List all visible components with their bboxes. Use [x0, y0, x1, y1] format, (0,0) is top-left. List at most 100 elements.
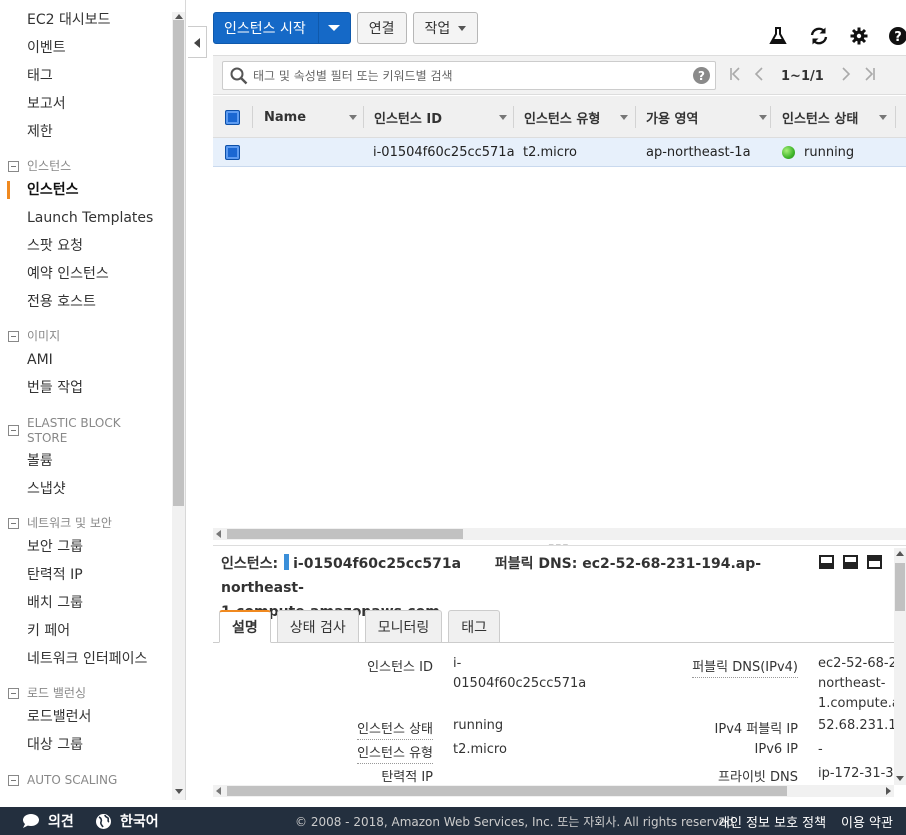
sidebar-section-network-security[interactable]: 네트워크 및 보안: [8, 516, 137, 531]
gear-icon[interactable]: [848, 25, 870, 47]
help-icon[interactable]: ?: [887, 25, 906, 47]
sidebar-section-auto-scaling[interactable]: AUTO SCALING: [8, 773, 137, 788]
collapse-toggle-icon[interactable]: [8, 688, 19, 699]
field-value-instance-id: i-: [453, 656, 462, 671]
details-horizontal-scrollbar[interactable]: [213, 785, 894, 797]
first-page-icon[interactable]: [723, 67, 747, 85]
sort-icon[interactable]: [879, 115, 887, 120]
launch-dropdown-button[interactable]: [319, 13, 350, 43]
sidebar-item-target-groups[interactable]: 대상 그룹: [27, 735, 83, 755]
tab-tags[interactable]: 태그: [448, 610, 501, 643]
sidebar-item-events[interactable]: 이벤트: [27, 38, 66, 58]
sidebar-section-images[interactable]: 이미지: [8, 329, 137, 344]
instance-color-marker: [284, 554, 290, 570]
sidebar-scrollbar[interactable]: [172, 12, 185, 800]
actions-button[interactable]: 작업: [412, 12, 479, 44]
sidebar-item-network-interfaces[interactable]: 네트워크 인터페이스: [27, 649, 147, 669]
pane-split-layout-icon[interactable]: [843, 555, 858, 569]
details-vertical-scrollbar[interactable]: [894, 548, 906, 785]
sidebar-item-load-balancers[interactable]: 로드밸런서: [27, 707, 91, 727]
flask-icon[interactable]: [767, 25, 789, 47]
column-header-instance-type[interactable]: 인스턴스 유형: [524, 96, 634, 138]
table-horizontal-scrollbar[interactable]: [213, 528, 906, 540]
column-header-instance-state[interactable]: 인스턴스 상태: [782, 96, 892, 138]
sidebar-item-volumes[interactable]: 볼륨: [27, 451, 53, 471]
prev-page-icon[interactable]: [747, 67, 771, 85]
tab-monitoring[interactable]: 모니터링: [364, 610, 443, 643]
sidebar-item-reports[interactable]: 보고서: [27, 94, 66, 114]
sidebar-item-reserved-instances[interactable]: 예약 인스턴스: [27, 264, 109, 284]
collapse-toggle-icon[interactable]: [8, 161, 19, 172]
scroll-up-icon[interactable]: [896, 551, 904, 556]
tab-description[interactable]: 설명: [219, 610, 271, 643]
sidebar-item-ec2-dashboard[interactable]: EC2 대시보드: [27, 10, 111, 30]
field-label-private-dns: 프라이빗 DNS: [718, 770, 798, 785]
sidebar-item-elastic-ips[interactable]: 탄력적 IP: [27, 565, 83, 585]
sidebar-item-tags[interactable]: 태그: [27, 66, 53, 86]
privacy-policy-link[interactable]: 개인 정보 보호 정책: [718, 807, 826, 835]
column-header-availability-zone[interactable]: 가용 영역: [646, 96, 771, 138]
sort-icon[interactable]: [759, 115, 767, 120]
pane-bottom-layout-icon[interactable]: [819, 555, 834, 569]
feedback-link[interactable]: 의견: [22, 807, 74, 835]
column-divider: [363, 106, 364, 128]
sidebar-item-bundle-tasks[interactable]: 번들 작업: [27, 378, 83, 398]
scroll-left-icon[interactable]: [216, 787, 221, 795]
sidebar-item-placement-groups[interactable]: 배치 그룹: [27, 593, 83, 613]
scrollbar-thumb[interactable]: [227, 529, 463, 539]
sidebar-item-instances[interactable]: 인스턴스: [27, 180, 79, 200]
language-selector[interactable]: 한국어: [95, 807, 159, 835]
refresh-icon[interactable]: [808, 25, 830, 47]
scroll-left-icon[interactable]: [216, 530, 221, 538]
sidebar-section-ebs[interactable]: ELASTIC BLOCK STORE: [8, 416, 137, 446]
sidebar-item-security-groups[interactable]: 보안 그룹: [27, 537, 83, 557]
scroll-right-icon[interactable]: [886, 787, 891, 795]
collapse-toggle-icon[interactable]: [8, 425, 19, 436]
terms-link[interactable]: 이용 약관: [841, 807, 893, 835]
caret-down-icon: [458, 25, 467, 31]
field-label-instance-type: 인스턴스 유형: [333, 742, 433, 764]
scrollbar-thumb[interactable]: [173, 20, 184, 506]
search-input[interactable]: [253, 67, 673, 85]
sidebar-item-ami[interactable]: AMI: [27, 350, 53, 370]
sidebar-item-launch-templates[interactable]: Launch Templates: [27, 208, 153, 228]
tab-status-checks[interactable]: 상태 검사: [276, 610, 359, 643]
scroll-up-icon[interactable]: [175, 14, 183, 19]
sidebar-item-snapshots[interactable]: 스냅샷: [27, 479, 66, 499]
scrollbar-thumb[interactable]: [227, 786, 787, 796]
scrollbar-thumb[interactable]: [895, 563, 905, 611]
collapse-toggle-icon[interactable]: [8, 775, 19, 786]
sidebar-section-load-balancing[interactable]: 로드 밸런싱: [8, 686, 137, 701]
collapse-toggle-icon[interactable]: [8, 331, 19, 342]
field-label-text: 인스턴스 상태: [357, 722, 433, 740]
scroll-down-icon[interactable]: [175, 789, 183, 794]
column-divider: [770, 106, 771, 128]
collapse-toggle-icon[interactable]: [8, 518, 19, 529]
field-value-ipv4-public-ip: 52.68.231.19: [818, 718, 905, 733]
field-label-instance-state: 인스턴스 상태: [333, 718, 433, 740]
column-header-instance-id[interactable]: 인스턴스 ID: [374, 96, 514, 138]
column-divider: [895, 106, 896, 128]
sort-icon[interactable]: [620, 115, 628, 120]
column-header-name[interactable]: Name: [264, 96, 364, 138]
next-page-icon[interactable]: [834, 67, 858, 85]
last-page-icon[interactable]: [858, 67, 882, 85]
scroll-down-icon[interactable]: [896, 776, 904, 781]
sidebar-section-instances[interactable]: 인스턴스: [8, 159, 137, 174]
sidebar-item-limits[interactable]: 제한: [27, 122, 53, 142]
pane-top-layout-icon[interactable]: [867, 555, 882, 569]
launch-instance-button[interactable]: 인스턴스 시작: [214, 13, 319, 43]
row-checkbox[interactable]: [225, 138, 240, 167]
sort-icon[interactable]: [499, 115, 507, 120]
sidebar-item-spot-requests[interactable]: 스팟 요청: [27, 236, 83, 256]
collapse-sidebar-button[interactable]: [188, 26, 207, 58]
table-row[interactable]: i-01504f60c25cc571a t2.micro ap-northeas…: [213, 138, 906, 167]
sort-icon[interactable]: [349, 115, 357, 120]
connect-button[interactable]: 연결: [356, 12, 407, 44]
sidebar-item-dedicated-hosts[interactable]: 전용 호스트: [27, 292, 96, 312]
sidebar-item-key-pairs[interactable]: 키 페어: [27, 621, 70, 641]
sidebar-section-label: 로드 밸런싱: [27, 686, 87, 700]
select-all-checkbox[interactable]: [225, 96, 240, 138]
launch-instance-button-group: 인스턴스 시작: [213, 12, 351, 44]
search-help-icon[interactable]: ?: [693, 67, 710, 84]
